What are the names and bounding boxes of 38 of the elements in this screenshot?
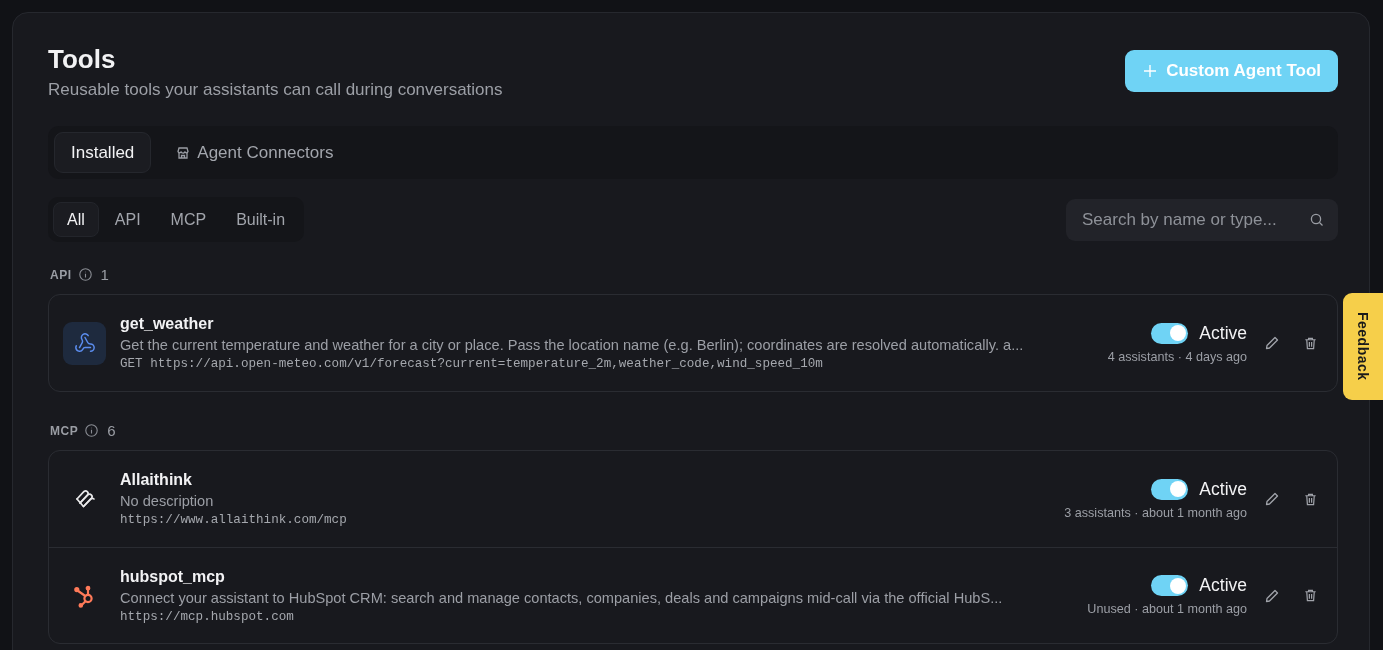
usage-info: 4 assistants · 4 days ago — [1107, 349, 1247, 364]
toggle-switch[interactable] — [1151, 478, 1189, 500]
section-count: 1 — [100, 266, 109, 283]
section-label: API — [50, 267, 72, 282]
tool-name: get_weather — [120, 315, 215, 333]
section-count: 6 — [107, 422, 116, 439]
search-field[interactable]: Search by name or type... — [1066, 198, 1338, 241]
tool-description: Connect your assistant to HubSpot CRM: search and manage contacts, companies, deals and campaigns mid-call via the official HubS... — [120, 589, 1004, 606]
filter-tab[interactable]: MCP — [156, 202, 221, 237]
tab[interactable]: Installed — [54, 132, 152, 173]
webhook-icon — [63, 321, 106, 365]
status-label: Active — [1199, 322, 1247, 344]
tab[interactable]: Agent Connectors — [159, 132, 351, 173]
tool-description: No description — [120, 493, 215, 509]
store-icon — [176, 145, 191, 160]
toggle-switch[interactable] — [1151, 322, 1189, 344]
toggle-switch[interactable] — [1151, 575, 1189, 596]
tool-endpoint: https://www.allaithink.com/mcp — [120, 513, 348, 527]
page-subtitle: Reusable tools your assistants can call during conversations — [48, 80, 503, 100]
plus-icon — [1144, 65, 1157, 77]
feedback-tab[interactable]: Feedback — [1343, 293, 1383, 400]
tool-name: Allaithink — [120, 471, 193, 489]
tool-description: Get the current temperature and weather for a city or place. Pass the location name (e.g. Berlin); coordinates are resolved automatically. a... — [120, 337, 1025, 353]
search-icon — [1310, 212, 1324, 227]
tool-endpoint: https://mcp.hubspot.com — [120, 609, 295, 624]
page-title: Tools — [48, 43, 117, 75]
info-icon — [78, 268, 92, 281]
filter-tab[interactable]: API — [100, 202, 155, 237]
filter-tab[interactable]: Built-in — [222, 202, 300, 237]
usage-info: Unused · about 1 month ago — [1087, 602, 1247, 616]
status-label: Active — [1199, 478, 1247, 500]
status-label: Active — [1199, 575, 1247, 596]
tool-name: hubspot_mcp — [120, 567, 226, 586]
tool-endpoint: GET https://api.open-meteo.com/v1/forecast?current=temperature_2m,weather_code,wind_speed_10m — [120, 357, 824, 371]
info-icon — [85, 424, 99, 437]
filter-tab[interactable]: All — [53, 202, 99, 237]
usage-info: 3 assistants · about 1 month ago — [1064, 505, 1247, 520]
section-label: MCP — [50, 423, 79, 438]
